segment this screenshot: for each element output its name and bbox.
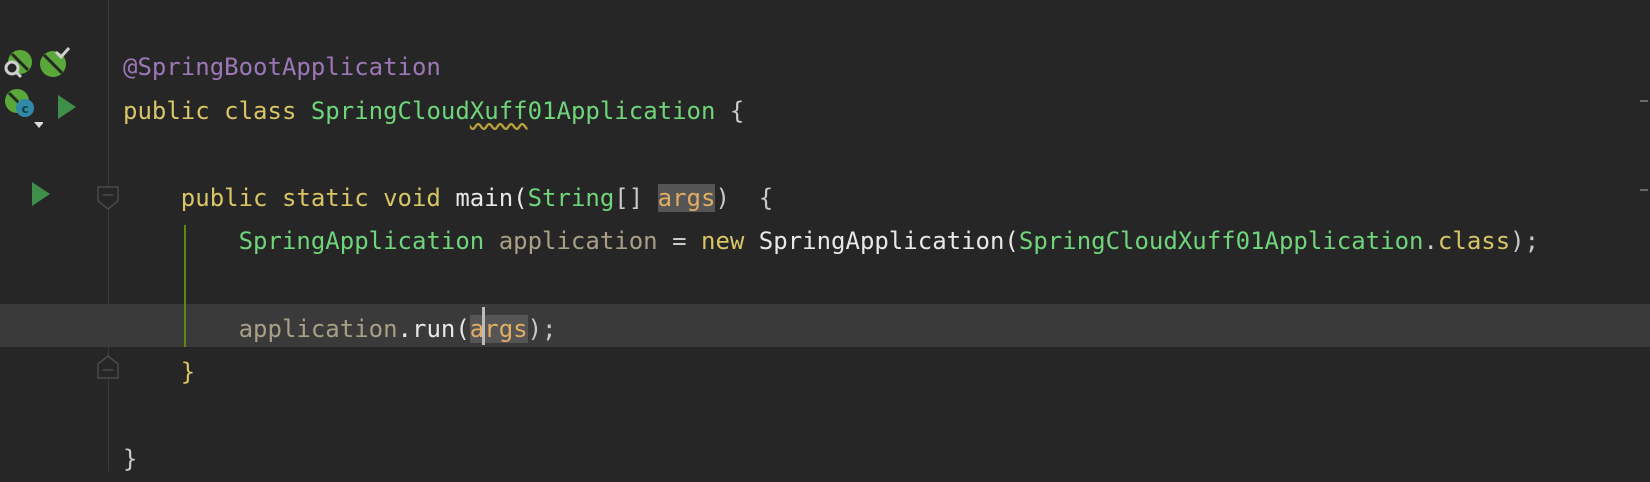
- code-token: class: [1437, 227, 1511, 256]
- code-token: 01Application: [527, 96, 716, 125]
- spring-bean-search-icon[interactable]: [2, 48, 34, 80]
- code-line[interactable]: [123, 395, 1539, 439]
- code-token: }: [123, 358, 196, 387]
- code-token: @SpringBootApplication: [123, 53, 441, 81]
- code-line[interactable]: }: [123, 438, 1539, 482]
- code-token: }: [123, 445, 138, 474]
- code-token: args: [469, 314, 528, 343]
- code-line[interactable]: public static void main(String[] args) {: [123, 177, 1539, 221]
- code-line[interactable]: @SpringBootApplication: [123, 46, 1539, 90]
- code-token: application: [498, 227, 658, 256]
- run-main-icon[interactable]: [30, 180, 52, 208]
- code-token: SpringCloud: [310, 96, 470, 125]
- code-line[interactable]: SpringApplication application = new Spri…: [123, 220, 1539, 264]
- code-token: );: [527, 314, 557, 343]
- run-icon[interactable]: [56, 93, 78, 121]
- fold-end-icon[interactable]: [97, 355, 119, 379]
- code-token: SpringCloudXuff01Application: [1018, 227, 1424, 256]
- code-token: args: [657, 183, 716, 212]
- text-caret: [482, 307, 485, 345]
- code-token: =: [657, 227, 701, 256]
- code-token: SpringApplication: [123, 227, 499, 256]
- code-token: main(: [455, 183, 528, 212]
- code-token: SpringApplication(: [758, 227, 1019, 256]
- spring-bean-class-icon[interactable]: c: [3, 88, 43, 132]
- gutter-divider: [108, 0, 109, 471]
- code-line[interactable]: public class SpringCloudXuff01Applicatio…: [123, 90, 1539, 134]
- code-token: []: [614, 183, 658, 212]
- code-token: Xuff: [469, 96, 528, 125]
- scroll-marker[interactable]: [1640, 100, 1648, 102]
- code-token: ) {: [715, 183, 774, 212]
- code-editor[interactable]: @SpringBootApplication public class Sprin…: [123, 46, 1539, 482]
- code-token: new: [701, 227, 759, 256]
- svg-text:c: c: [21, 102, 28, 116]
- code-token: .run(: [397, 314, 470, 343]
- code-token: String: [527, 183, 615, 212]
- code-line[interactable]: [123, 264, 1539, 308]
- code-token: public static void: [123, 183, 456, 212]
- code-line[interactable]: [123, 133, 1539, 177]
- code-line[interactable]: }: [123, 351, 1539, 395]
- code-token: .: [1423, 227, 1438, 256]
- fold-start-icon[interactable]: [97, 186, 119, 210]
- code-token: );: [1510, 227, 1540, 256]
- code-token: public class: [123, 96, 311, 125]
- code-line[interactable]: application.run(args);: [123, 308, 1539, 352]
- scroll-marker[interactable]: [1640, 189, 1648, 191]
- code-token: application: [123, 314, 398, 343]
- spring-bean-check-icon[interactable]: [38, 46, 72, 78]
- code-token: {: [715, 96, 745, 125]
